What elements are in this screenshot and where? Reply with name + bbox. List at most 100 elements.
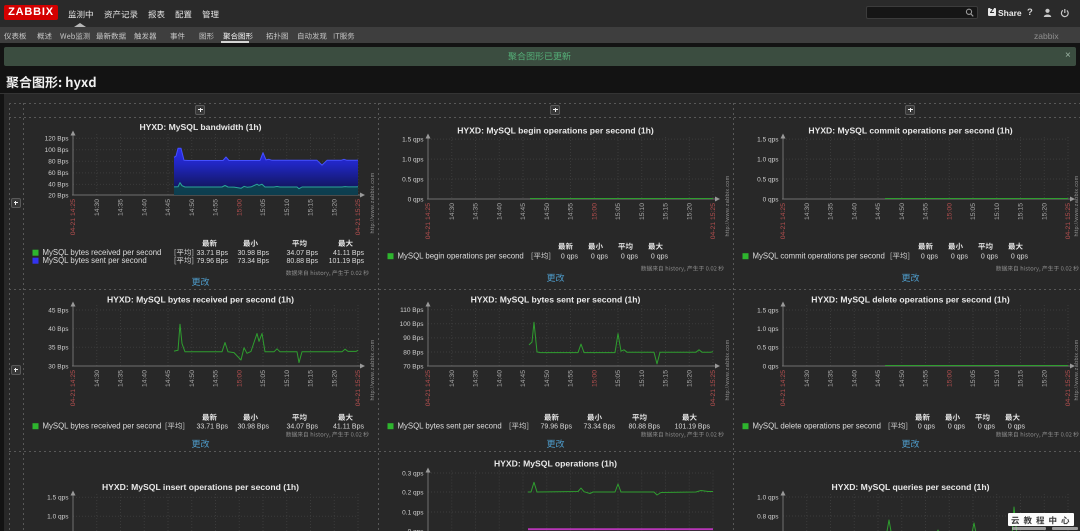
svg-text:15:15: 15:15 [308,199,315,216]
svg-text:1.0 qps: 1.0 qps [402,156,424,163]
svg-text:41.11 Bps: 41.11 Bps [333,424,365,431]
svg-text:15:20: 15:20 [686,203,693,220]
svg-text:0.5 qps: 0.5 qps [402,176,424,183]
svg-text:1.0 qps: 1.0 qps [757,326,779,333]
svg-text:14:45: 14:45 [875,370,882,387]
svg-text:04-21 15:25: 04-21 15:25 [355,370,362,407]
svg-text:http://www.zabbix.com: http://www.zabbix.com [1074,339,1080,400]
svg-text:0.5 qps: 0.5 qps [757,345,779,352]
svg-text:04-21 15:25: 04-21 15:25 [1065,203,1072,240]
svg-text:30.98 Bps: 30.98 Bps [237,424,269,431]
svg-text:MySQL bytes received per secon: MySQL bytes received per second [43,422,162,431]
svg-text:0 qps: 0 qps [951,254,969,261]
svg-text:0 qps: 0 qps [763,363,780,370]
svg-text:15:05: 15:05 [970,370,977,387]
svg-text:14:45: 14:45 [165,199,172,216]
svg-text:14:55: 14:55 [568,370,575,387]
svg-text:0 qps: 0 qps [948,424,966,431]
svg-text:04-21 14:25: 04-21 14:25 [780,370,787,407]
svg-text:HYXD: MySQL delete operations: HYXD: MySQL delete operations per second… [811,295,1010,305]
svg-text:MySQL bytes sent per second: MySQL bytes sent per second [43,256,147,265]
svg-text:41.11 Bps: 41.11 Bps [333,250,365,257]
svg-text:14:55: 14:55 [568,203,575,220]
svg-text:45 Bps: 45 Bps [48,307,69,314]
svg-text:14:50: 14:50 [899,203,906,220]
svg-text:04-21 14:25: 04-21 14:25 [425,203,432,240]
svg-text:14:45: 14:45 [520,203,527,220]
svg-text:120 Bps: 120 Bps [45,136,70,143]
svg-text:100 Bps: 100 Bps [400,321,425,328]
svg-text:0.3 qps: 0.3 qps [402,470,424,477]
svg-text:14:45: 14:45 [165,370,172,387]
svg-text:15:15: 15:15 [663,370,670,387]
svg-text:60 Bps: 60 Bps [48,170,69,177]
svg-text:HYXD: MySQL bytes sent per sec: HYXD: MySQL bytes sent per second (1h) [471,295,641,305]
svg-text:HYXD: MySQL queries per second: HYXD: MySQL queries per second (1h) [832,482,990,492]
svg-text:14:45: 14:45 [875,203,882,220]
svg-text:http://www.zabbix.com: http://www.zabbix.com [1074,175,1080,236]
svg-text:79.96 Bps: 79.96 Bps [540,424,572,431]
svg-text:15:05: 15:05 [970,203,977,220]
svg-text:14:50: 14:50 [544,370,551,387]
svg-text:15:20: 15:20 [1041,370,1048,387]
svg-text:1.5 qps: 1.5 qps [47,495,69,502]
svg-text:80 Bps: 80 Bps [403,349,424,356]
svg-text:15:10: 15:10 [284,199,291,216]
svg-text:15:05: 15:05 [260,199,267,216]
svg-text:14:35: 14:35 [828,370,835,387]
svg-text:HYXD: MySQL begin operations p: HYXD: MySQL begin operations per second … [457,126,654,136]
svg-text:14:40: 14:40 [496,203,503,220]
svg-text:MySQL delete operations per se: MySQL delete operations per second [753,422,881,431]
svg-text:15:10: 15:10 [284,370,291,387]
svg-text:73.34 Bps: 73.34 Bps [583,424,615,431]
svg-text:40 Bps: 40 Bps [48,182,69,189]
svg-text:14:35: 14:35 [473,370,480,387]
svg-text:70 Bps: 70 Bps [403,363,424,370]
svg-text:15:20: 15:20 [1041,203,1048,220]
svg-text:15:00: 15:00 [591,370,598,387]
svg-text:33.71 Bps: 33.71 Bps [196,424,228,431]
svg-text:101.19 Bps: 101.19 Bps [675,424,711,431]
svg-text:15:05: 15:05 [260,370,267,387]
svg-text:14:40: 14:40 [141,370,148,387]
svg-text:14:55: 14:55 [213,199,220,216]
svg-text:40 Bps: 40 Bps [48,326,69,333]
svg-text:http://www.zabbix.com: http://www.zabbix.com [725,175,731,236]
svg-text:14:55: 14:55 [213,370,220,387]
svg-text:15:20: 15:20 [331,370,338,387]
svg-text:15:15: 15:15 [1018,370,1025,387]
svg-text:0 qps: 0 qps [978,424,996,431]
svg-text:1.0 qps: 1.0 qps [757,494,779,501]
svg-text:1.5 qps: 1.5 qps [402,136,424,143]
svg-text:15:00: 15:00 [236,199,243,216]
svg-text:04-21 14:25: 04-21 14:25 [425,370,432,407]
svg-text:04-21 15:25: 04-21 15:25 [710,203,717,240]
svg-text:0.8 qps: 0.8 qps [757,513,779,520]
svg-text:14:35: 14:35 [118,370,125,387]
svg-text:100 Bps: 100 Bps [45,147,70,154]
svg-text:http://www.zabbix.com: http://www.zabbix.com [725,339,731,400]
svg-text:14:40: 14:40 [851,203,858,220]
svg-text:0 qps: 0 qps [918,424,936,431]
svg-text:1.0 qps: 1.0 qps [47,514,69,521]
svg-text:14:45: 14:45 [520,370,527,387]
svg-text:14:30: 14:30 [449,203,456,220]
svg-text:14:50: 14:50 [544,203,551,220]
svg-text:15:10: 15:10 [994,370,1001,387]
svg-text:14:30: 14:30 [94,199,101,216]
svg-text:0.1 qps: 0.1 qps [402,509,424,516]
svg-text:15:00: 15:00 [946,370,953,387]
svg-text:15:05: 15:05 [615,203,622,220]
svg-text:15:00: 15:00 [236,370,243,387]
svg-text:110 Bps: 110 Bps [400,307,424,314]
svg-text:35 Bps: 35 Bps [48,345,69,352]
svg-text:0 qps: 0 qps [591,254,609,261]
svg-text:15:15: 15:15 [663,203,670,220]
svg-text:04-21 14:25: 04-21 14:25 [780,203,787,240]
svg-text:80.88 Bps: 80.88 Bps [286,258,318,265]
svg-text:79.96 Bps: 79.96 Bps [196,258,228,265]
svg-text:14:40: 14:40 [141,199,148,216]
svg-text:15:20: 15:20 [686,370,693,387]
svg-text:04-21 15:25: 04-21 15:25 [710,370,717,407]
svg-text:0 qps: 0 qps [921,254,939,261]
